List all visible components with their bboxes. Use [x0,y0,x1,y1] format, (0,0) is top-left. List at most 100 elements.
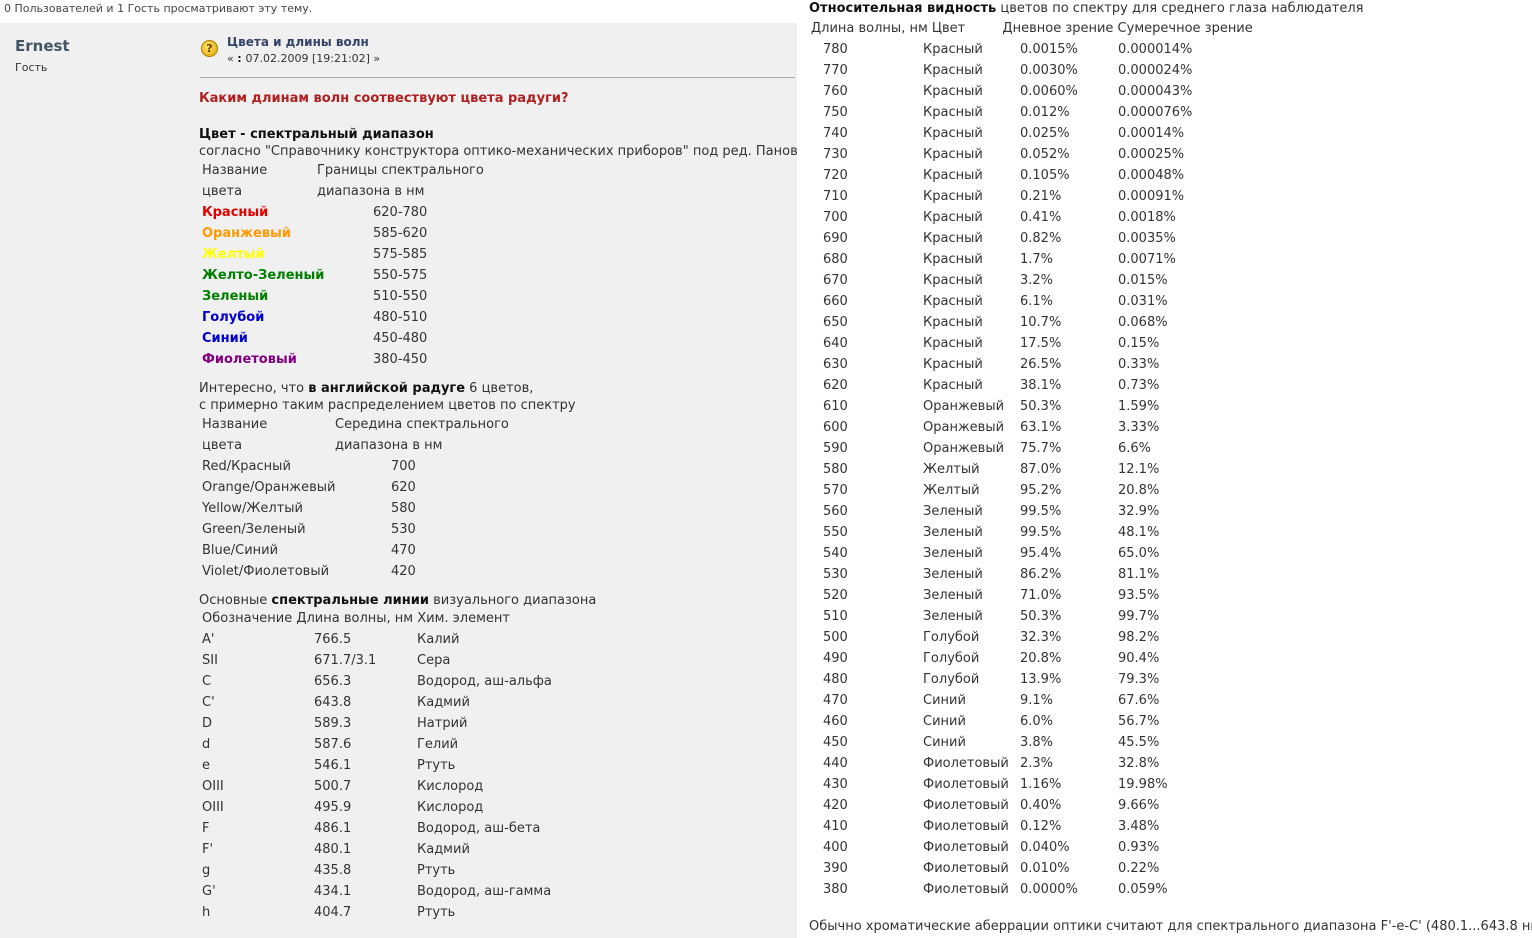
post-panel: Ernest Гость ? Цвета и длины волн « : 07… [0,23,806,938]
vis-wavelength: 650 [823,315,848,330]
vis-day: 0.025% [1020,126,1070,141]
vis-twilight: 0.73% [1118,378,1160,393]
post-header: ? Цвета и длины волн « : 07.02.2009 [19:… [200,35,795,78]
table2-header-name: Название [202,417,268,432]
vis-color: Красный [923,336,983,351]
vis-twilight: 99.7% [1118,609,1160,624]
vis-day: 0.82% [1020,231,1062,246]
author-role: Гость [15,61,48,74]
color-range: 450-480 [373,331,428,346]
vis-color: Зеленый [923,609,983,624]
rainbow-name: Violet/Фиолетовый [202,564,330,579]
table2-header-mid: диапазона в нм [335,438,443,453]
line-wavelength: 486.1 [314,821,352,836]
vis-color: Синий [923,693,966,708]
table1-row: Зеленый 510-550 [199,286,794,307]
vis-day: 71.0% [1020,588,1062,603]
viewers-text: 0 Пользователей и 1 Гость просматривают … [4,2,313,15]
table1-header-range: Границы спектрального [317,163,484,178]
line-wavelength: 404.7 [314,905,352,920]
author-name[interactable]: Ernest [15,37,70,55]
line-element: Кадмий [417,842,470,857]
vis-twilight: 48.1% [1118,525,1160,540]
vis-twilight: 0.031% [1118,294,1168,309]
vis-day: 0.21% [1020,189,1062,204]
line-symbol: SII [202,653,218,668]
line-element: Кислород [417,779,484,794]
vis-wavelength: 570 [823,483,848,498]
rainbow-mid: 530 [391,522,416,537]
vis-color: Фиолетовый [923,819,1009,834]
rainbow-name: Orange/Оранжевый [202,480,336,495]
vis-color: Красный [923,378,983,393]
vis-twilight: 1.59% [1118,399,1160,414]
vis-wavelength: 640 [823,336,848,351]
vis-wavelength: 750 [823,105,848,120]
post-date: « : 07.02.2009 [19:21:02] » [227,52,380,65]
spectral-lines-header: Обозначение Длина волны, нм Хим. элемент [202,611,510,626]
post-body: Каким длинам волн соотвествуют цвета рад… [199,88,806,923]
table1-row: Красный 620-780 [199,202,794,223]
vis-twilight: 45.5% [1118,735,1160,750]
vis-day: 0.105% [1020,168,1070,183]
rainbow-mid: 470 [391,543,416,558]
vis-color: Голубой [923,651,980,666]
vis-wavelength: 710 [823,189,848,204]
line-symbol: G' [202,884,216,899]
vis-twilight: 79.3% [1118,672,1160,687]
vis-wavelength: 410 [823,819,848,834]
rainbow-mid: 420 [391,564,416,579]
vis-color: Красный [923,105,983,120]
table3-row: A' 766.5 Калий [199,629,794,650]
line-symbol: A' [202,632,215,647]
table2-row: Yellow/Желтый 580 [199,498,794,519]
vis-wavelength: 530 [823,567,848,582]
color-range: 585-620 [373,226,428,241]
vis-color: Красный [923,126,983,141]
line-element: Ртуть [417,863,456,878]
line-wavelength: 589.3 [314,716,352,731]
vis-color: Фиолетовый [923,756,1009,771]
vis-twilight: 0.059% [1118,882,1168,897]
table1-row: Оранжевый 585-620 [199,223,794,244]
vis-twilight: 0.068% [1118,315,1168,330]
viewers-bar: 0 Пользователей и 1 Гость просматривают … [0,0,797,23]
line-wavelength: 495.9 [314,800,352,815]
vis-twilight: 98.2% [1118,630,1160,645]
vis-twilight: 67.6% [1118,693,1160,708]
spectral-lines-table: A' 766.5 Калий SII 671.7/3.1 Сера C 656.3 Водоро… [199,629,794,923]
line-symbol: d [202,737,211,752]
vis-twilight: 3.48% [1118,819,1160,834]
vis-wavelength: 440 [823,756,848,771]
vis-color: Красный [923,63,983,78]
rainbow-name: Red/Красный [202,459,291,474]
table1-header-range: диапазона в нм [317,184,425,199]
vis-color: Зеленый [923,504,983,519]
vis-twilight: 0.00025% [1118,147,1185,162]
vis-color: Синий [923,714,966,729]
vis-color: Оранжевый [923,441,1005,456]
post-title[interactable]: Цвета и длины волн [227,35,369,49]
vis-color: Красный [923,273,983,288]
table3-row: h 404.7 Ртуть [199,902,794,923]
line-wavelength: 587.6 [314,737,352,752]
vis-wavelength: 380 [823,882,848,897]
vis-twilight: 20.8% [1118,483,1160,498]
line-symbol: h [202,905,211,920]
vis-day: 1.16% [1020,777,1062,792]
line-element: Кислород [417,800,484,815]
vis-twilight: 0.00014% [1118,126,1185,141]
vis-day: 0.052% [1020,147,1070,162]
vis-wavelength: 420 [823,798,848,813]
color-name: Оранжевый [202,226,291,241]
line-symbol: F' [202,842,214,857]
vis-wavelength: 730 [823,147,848,162]
table3-row: C 656.3 Водород, аш-альфа [199,671,794,692]
line-element: Калий [417,632,460,647]
line-wavelength: 480.1 [314,842,352,857]
table3-row: d 587.6 Гелий [199,734,794,755]
table1-row: Фиолетовый 380-450 [199,349,794,370]
table2-row: Blue/Синий 470 [199,540,794,561]
table3-row: G' 434.1 Водород, аш-гамма [199,881,794,902]
vis-twilight: 6.6% [1118,441,1152,456]
